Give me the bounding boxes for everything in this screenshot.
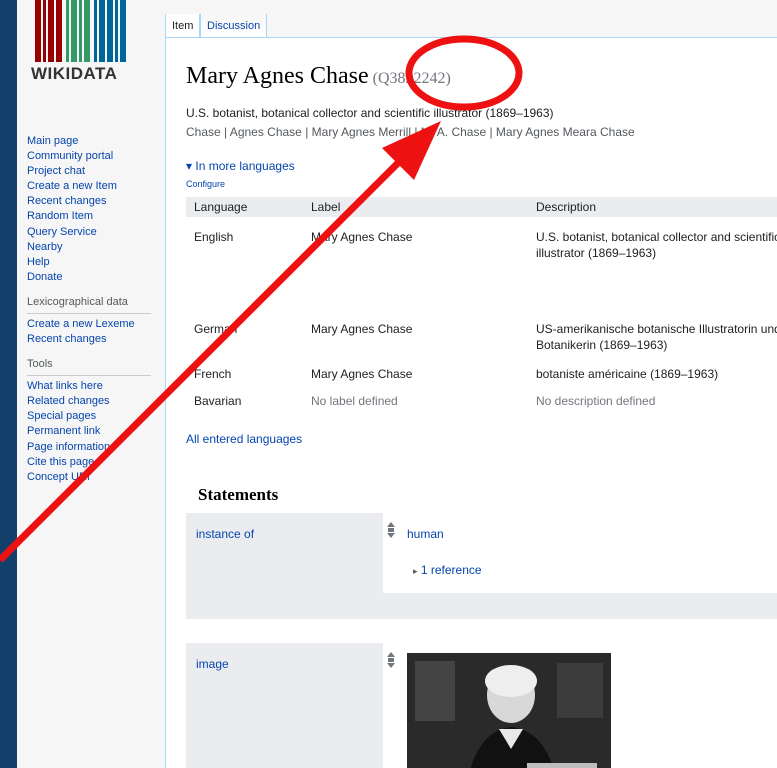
rank-selector-icon[interactable]: [387, 652, 395, 671]
header-description: Description: [536, 200, 597, 214]
page-title: Mary Agnes Chase (Q3822242): [186, 63, 451, 90]
nav-community-portal[interactable]: Community portal: [27, 149, 167, 164]
statement-group-instance-of: instance of human ▸ 1 reference: [186, 513, 777, 619]
rank-selector-icon[interactable]: [387, 522, 395, 541]
nav-random-item[interactable]: Random Item: [27, 209, 167, 224]
portrait-photo[interactable]: [407, 653, 611, 768]
triangle-right-icon: ▸: [413, 566, 418, 576]
row-language: German: [194, 322, 238, 336]
barcode-logo-icon: [33, 0, 133, 62]
nav-create-item[interactable]: Create a new Item: [27, 179, 167, 194]
property-instance-of[interactable]: instance of: [196, 527, 254, 541]
sidebar-navigation: Main page Community portal Project chat …: [27, 134, 167, 485]
statement-value-box: human ▸ 1 reference: [383, 513, 777, 593]
nav-recent-changes[interactable]: Recent changes: [27, 194, 167, 209]
nav-nearby[interactable]: Nearby: [27, 240, 167, 255]
row-language: French: [194, 367, 232, 381]
item-label: Mary Agnes Chase: [186, 63, 369, 89]
nav-query-service[interactable]: Query Service: [27, 225, 167, 240]
row-language: Bavarian: [194, 394, 242, 408]
item-aliases: Chase | Agnes Chase | Mary Agnes Merrill…: [186, 125, 635, 139]
row-label-empty: No label defined: [311, 394, 398, 408]
nav-what-links-here[interactable]: What links here: [27, 379, 167, 394]
nav-lexeme-recent-changes[interactable]: Recent changes: [27, 332, 167, 347]
language-table-header: [186, 197, 777, 217]
row-description: US-amerikanische botanische Illustratori…: [536, 322, 777, 336]
nav-page-information[interactable]: Page information: [27, 440, 167, 455]
statement-value-box: [383, 643, 777, 768]
tab-discussion[interactable]: Discussion: [200, 14, 268, 37]
row-description: illustrator (1869–1963): [536, 246, 657, 260]
row-description-empty: No description defined: [536, 394, 656, 408]
row-description: botaniste américaine (1869–1963): [536, 367, 719, 381]
nav-related-changes[interactable]: Related changes: [27, 394, 167, 409]
nav-cite-this-page[interactable]: Cite this page: [27, 455, 167, 470]
row-language: English: [194, 230, 234, 244]
item-id: (Q3822242): [372, 70, 451, 87]
row-description: U.S. botanist, botanical collector and s…: [536, 230, 777, 244]
row-description: Botanikerin (1869–1963): [536, 338, 668, 352]
nav-concept-uri[interactable]: Concept URI: [27, 470, 167, 485]
nav-help[interactable]: Help: [27, 255, 167, 270]
logo-wordmark: WIKIDATA: [31, 64, 118, 83]
references-count: 1 reference: [420, 563, 482, 577]
header-label: Label: [311, 200, 341, 214]
value-human[interactable]: human: [407, 527, 444, 541]
row-label: Mary Agnes Chase: [311, 230, 413, 244]
item-description: U.S. botanist, botanical collector and s…: [186, 106, 554, 120]
statements-heading: Statements: [198, 485, 279, 504]
references-toggle[interactable]: ▸ 1 reference: [413, 563, 482, 577]
tab-item[interactable]: Item: [165, 14, 201, 37]
lexicographical-heading: Lexicographical data: [27, 295, 151, 314]
main-content: Mary Agnes Chase (Q3822242) U.S. botanist…: [165, 37, 777, 768]
nav-main-page[interactable]: Main page: [27, 134, 167, 149]
row-label: Mary Agnes Chase: [311, 322, 413, 336]
header-language: Language: [194, 200, 248, 214]
statement-group-image: image: [186, 643, 777, 768]
nav-create-lexeme[interactable]: Create a new Lexeme: [27, 317, 167, 332]
tools-heading: Tools: [27, 357, 151, 377]
nav-project-chat[interactable]: Project chat: [27, 164, 167, 179]
all-entered-languages-link[interactable]: All entered languages: [186, 432, 302, 446]
browser-page: WIKIDATA Main page Community portal Proj…: [17, 0, 777, 768]
nav-special-pages[interactable]: Special pages: [27, 409, 167, 424]
nav-permanent-link[interactable]: Permanent link: [27, 424, 167, 439]
configure-link[interactable]: Configure: [186, 179, 225, 189]
in-more-languages-toggle[interactable]: ▾ In more languages: [186, 159, 295, 173]
wikidata-logo[interactable]: WIKIDATA: [31, 0, 141, 90]
property-image[interactable]: image: [196, 657, 229, 671]
nav-donate[interactable]: Donate: [27, 270, 167, 285]
row-label: Mary Agnes Chase: [311, 367, 413, 381]
